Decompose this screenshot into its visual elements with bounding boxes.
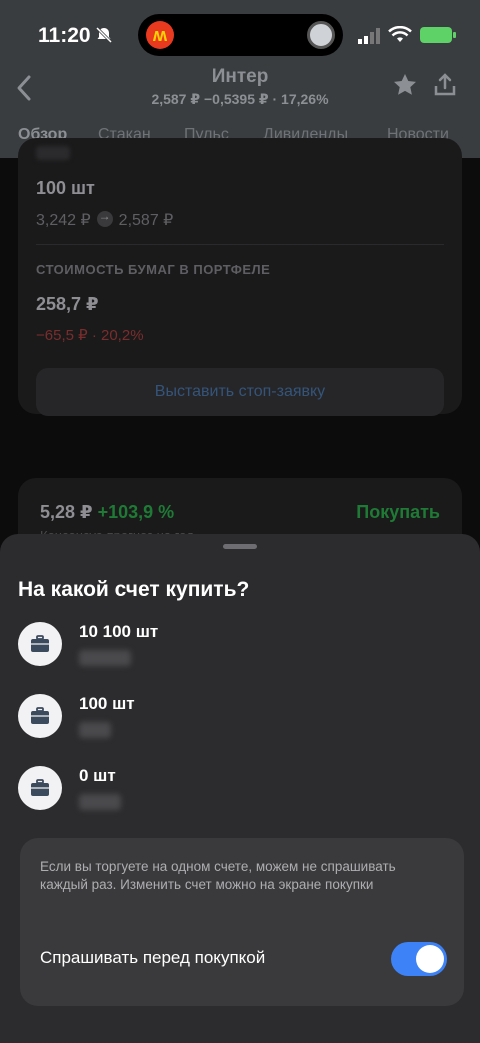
briefcase-icon (18, 622, 62, 666)
toggle-knob (416, 945, 444, 973)
info-text: Если вы торгуете на одном счете, можем н… (40, 859, 396, 892)
sheet-grabber[interactable] (223, 544, 257, 549)
hidden-account-name (79, 722, 111, 738)
hidden-account-name (79, 650, 131, 666)
dynamic-island: ʍ (138, 14, 343, 56)
wifi-icon (388, 26, 412, 42)
star-icon[interactable] (392, 72, 418, 98)
ask-before-buy-toggle[interactable] (391, 942, 447, 976)
divider (36, 244, 444, 245)
position-card: 100 шт 3,242 ₽ 2,587 ₽ СТОИМОСТЬ БУМАГ В … (18, 138, 462, 416)
status-time: 11:20 (38, 24, 91, 47)
share-icon[interactable] (432, 72, 458, 98)
buy-price: 3,242 ₽ (36, 212, 91, 229)
bell-off-icon (95, 26, 113, 44)
current-price: 2,587 ₽ (118, 212, 174, 229)
portfolio-change: −65,5 ₽ · 20,2% (36, 327, 144, 344)
stop-order-button[interactable]: Выставить стоп-заявку (36, 368, 444, 416)
briefcase-icon (18, 694, 62, 738)
hidden-account-name (36, 146, 70, 160)
status-bar: 11:20 ʍ (0, 0, 480, 60)
portfolio-value-label: СТОИМОСТЬ БУМАГ В ПОРТФЕЛЕ (36, 262, 271, 277)
ask-before-buy-box: Если вы торгуете на одном счете, можем н… (20, 838, 464, 1006)
portfolio-value: 258,7 ₽ (36, 294, 99, 314)
forecast-change: +103,9 % (97, 502, 175, 522)
account-item[interactable]: 10 100 шт (18, 622, 462, 678)
account-item[interactable]: 100 шт (18, 694, 462, 750)
account-quantity: 100 шт (79, 694, 135, 713)
battery-icon (420, 27, 456, 43)
account-quantity: 0 шт (79, 766, 116, 785)
activity-icon (307, 21, 335, 49)
account-quantity: 10 100 шт (79, 622, 159, 641)
hidden-account-name (79, 794, 121, 810)
briefcase-icon (18, 766, 62, 810)
forecast-price: 5,28 ₽ (40, 502, 93, 522)
recommendation-label: Покупать (356, 502, 440, 522)
price-change-row: 3,242 ₽ 2,587 ₽ (36, 209, 174, 230)
account-item[interactable]: 0 шт (18, 766, 462, 822)
app-logo-icon: ʍ (146, 21, 174, 49)
sheet-title: На какой счет купить? (18, 578, 250, 601)
position-quantity: 100 шт (36, 178, 95, 198)
account-picker-sheet: На какой счет купить? 10 100 шт 100 шт 0… (0, 534, 480, 1043)
forecast-price-row: 5,28 ₽ +103,9 % (40, 502, 174, 523)
cellular-signal-icon (358, 28, 380, 44)
arrow-right-icon (96, 209, 113, 227)
ask-before-buy-label: Спрашивать перед покупкой (40, 948, 266, 967)
